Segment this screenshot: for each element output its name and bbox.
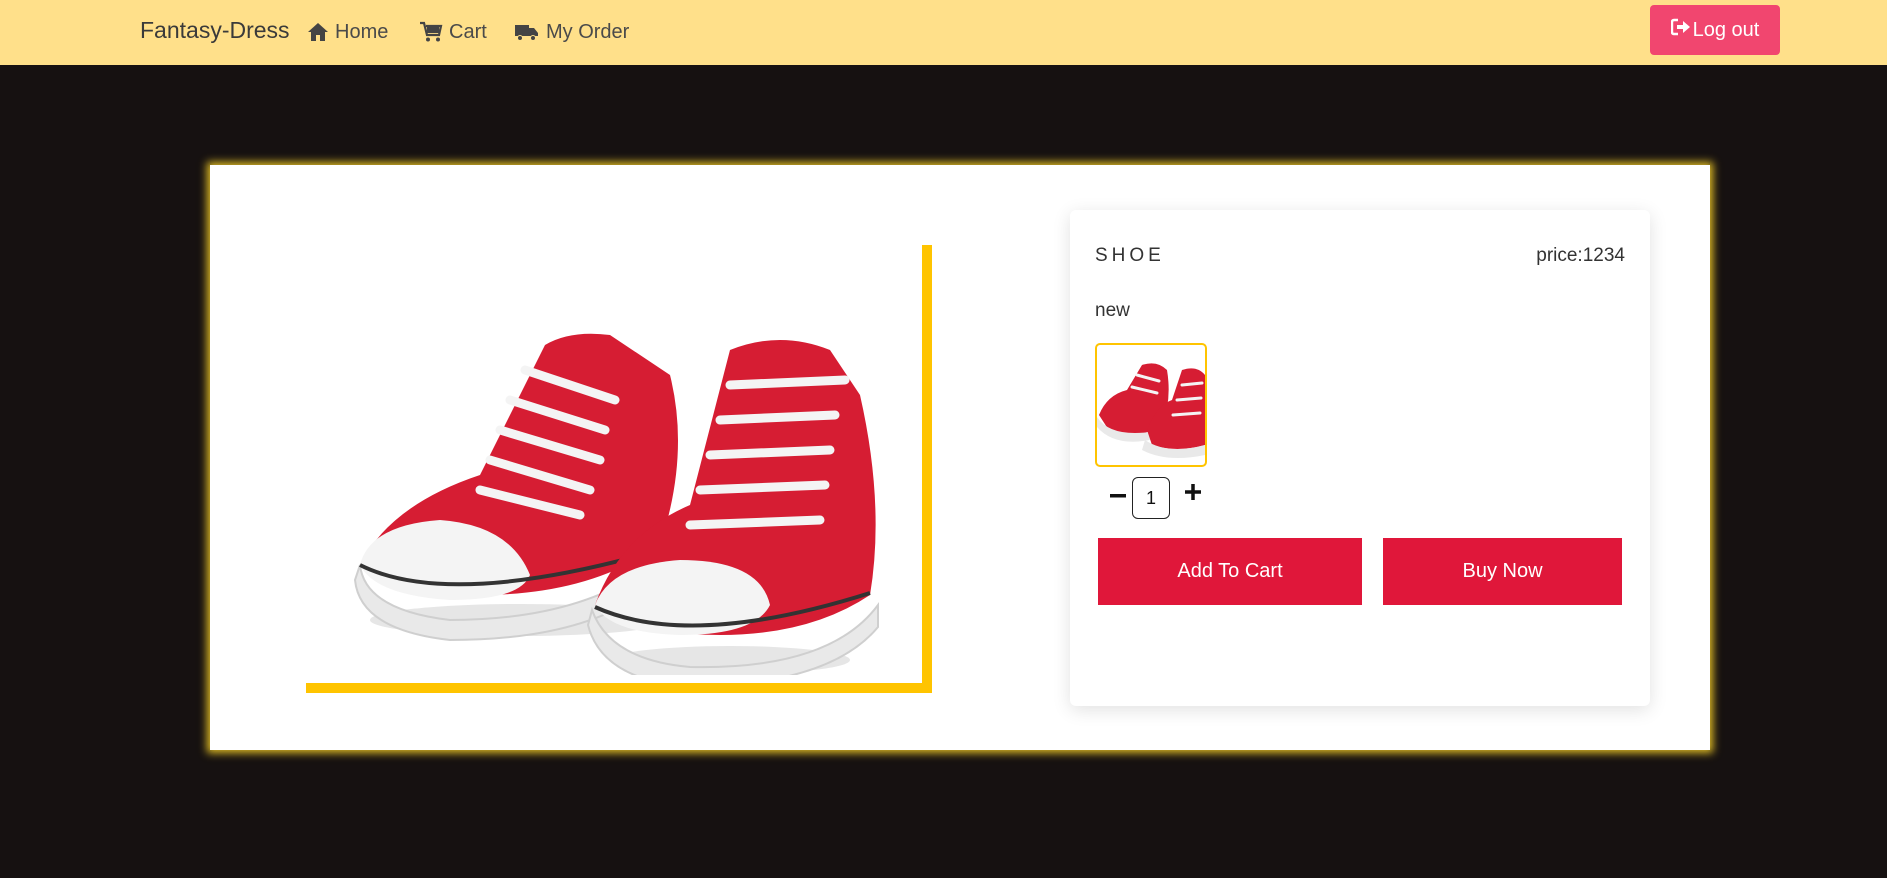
sign-out-icon bbox=[1670, 18, 1691, 42]
product-image bbox=[330, 275, 910, 689]
price-label: price: bbox=[1536, 245, 1583, 266]
nav-home-label: Home bbox=[335, 20, 389, 43]
nav-cart-label: Cart bbox=[449, 20, 487, 43]
brand-logo[interactable]: Fantasy-Dress bbox=[140, 17, 290, 44]
product-condition: new bbox=[1095, 300, 1130, 321]
product-thumbnail[interactable] bbox=[1095, 343, 1207, 467]
buy-now-button[interactable]: Buy Now bbox=[1383, 538, 1622, 605]
nav-my-order-link[interactable]: My Order bbox=[514, 19, 629, 45]
nav-cart-link[interactable]: Cart bbox=[419, 19, 487, 45]
nav-home-link[interactable]: Home bbox=[307, 19, 388, 45]
quantity-input[interactable] bbox=[1132, 477, 1170, 519]
nav-my-order-label: My Order bbox=[546, 20, 630, 43]
product-detail-panel: SHOE price:1234 new 1 Add To Cart Buy No… bbox=[1070, 210, 1650, 706]
image-frame-bottom bbox=[306, 683, 932, 693]
logout-label: Log out bbox=[1692, 18, 1760, 41]
cart-icon bbox=[419, 21, 443, 43]
product-price: price:1234 bbox=[1536, 245, 1625, 267]
add-to-cart-button[interactable]: Add To Cart bbox=[1098, 538, 1362, 605]
image-frame-right bbox=[922, 245, 932, 693]
logout-button[interactable]: Log out bbox=[1650, 5, 1780, 55]
navbar: Fantasy-Dress Home Cart My Order Log out bbox=[0, 0, 1887, 65]
product-card: SHOE price:1234 new 1 Add To Cart Buy No… bbox=[210, 165, 1710, 750]
minus-icon bbox=[1110, 485, 1126, 503]
increase-quantity-button[interactable] bbox=[1181, 482, 1205, 506]
truck-icon bbox=[514, 22, 540, 42]
home-icon bbox=[307, 22, 329, 42]
decrease-quantity-button[interactable] bbox=[1106, 482, 1130, 506]
plus-icon bbox=[1185, 483, 1201, 505]
price-value: 1234 bbox=[1582, 245, 1625, 266]
product-name: SHOE bbox=[1095, 245, 1165, 266]
